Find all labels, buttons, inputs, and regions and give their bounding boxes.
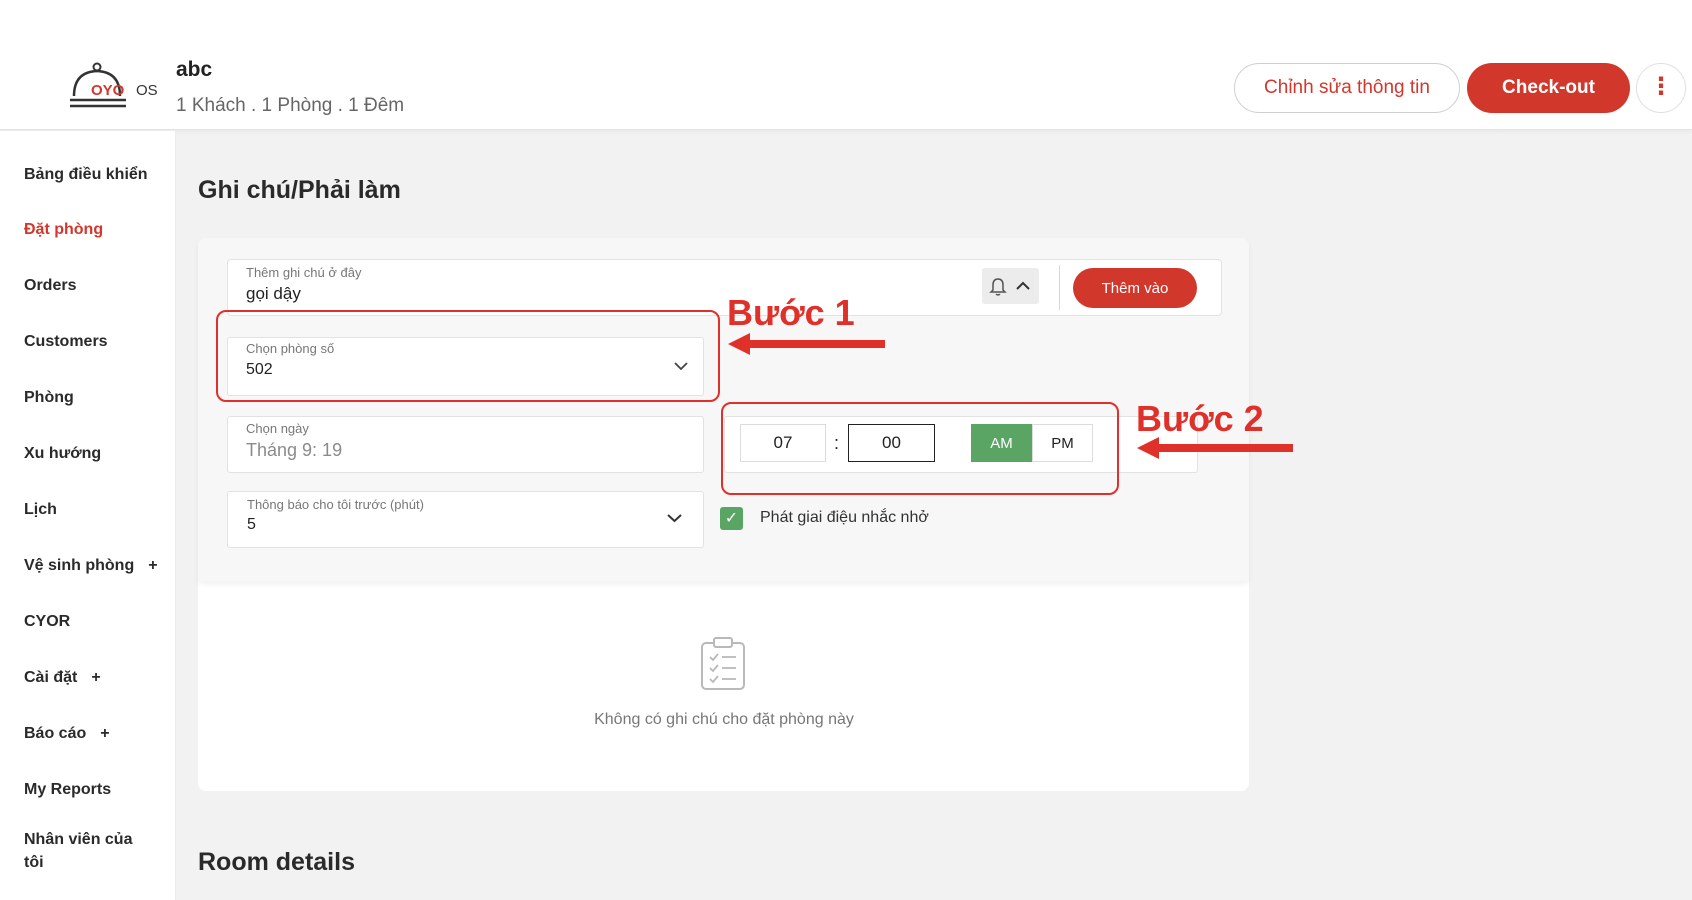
- sidebar: Bảng điều khiển Đặt phòng Orders Custome…: [0, 131, 176, 900]
- chevron-down-icon[interactable]: [666, 513, 683, 524]
- sidebar-item-trends[interactable]: Xu hướng: [24, 445, 101, 463]
- page-title: Ghi chú/Phải làm: [198, 176, 401, 204]
- more-vertical-icon[interactable]: ⋮: [1636, 63, 1686, 113]
- add-note-button[interactable]: Thêm vào: [1073, 268, 1197, 308]
- top-header: OYO OS abc 1 Khách . 1 Phòng . 1 Đêm Chỉ…: [0, 0, 1692, 130]
- divider: [1059, 265, 1060, 310]
- step1-highlight: [216, 310, 720, 402]
- expand-icon[interactable]: +: [148, 557, 157, 574]
- clipboard-icon: [701, 637, 745, 690]
- sidebar-item-bookings[interactable]: Đặt phòng: [24, 221, 103, 239]
- guest-name: abc: [176, 58, 213, 81]
- guest-meta: 1 Khách . 1 Phòng . 1 Đêm: [176, 95, 405, 116]
- sidebar-item-settings[interactable]: Cài đặt +: [24, 669, 101, 687]
- sidebar-item-dashboard[interactable]: Bảng điều khiển: [24, 166, 148, 184]
- chevron-up-icon: [1016, 281, 1030, 290]
- step2-highlight: [721, 402, 1119, 495]
- sidebar-item-customers[interactable]: Customers: [24, 333, 108, 351]
- arrow-left-icon: [728, 333, 885, 355]
- sidebar-item-housekeeping[interactable]: Vệ sinh phòng +: [24, 557, 158, 575]
- bell-icon: [989, 278, 1007, 296]
- reminder-toggle[interactable]: [982, 268, 1039, 304]
- notify-label: Thông báo cho tôi trước (phút): [247, 497, 424, 512]
- sidebar-item-my-reports[interactable]: My Reports: [24, 781, 111, 799]
- checkout-button[interactable]: Check-out: [1467, 63, 1630, 113]
- notify-value: 5: [247, 516, 256, 533]
- sidebar-item-my-staff[interactable]: Nhân viên của tôi: [24, 828, 154, 874]
- sidebar-item-reports[interactable]: Báo cáo +: [24, 725, 110, 743]
- step2-label: Bước 2: [1136, 398, 1264, 439]
- sidebar-item-calendar[interactable]: Lịch: [24, 501, 57, 519]
- note-label: Thêm ghi chú ở đây: [246, 265, 362, 280]
- step1-label: Bước 1: [727, 292, 855, 333]
- melody-label: Phát giai điệu nhắc nhở: [760, 509, 929, 526]
- sidebar-item-cyor[interactable]: CYOR: [24, 613, 70, 631]
- room-details-title: Room details: [198, 848, 355, 876]
- arrow-left-icon: [1137, 437, 1293, 459]
- logo-suffix: OS: [136, 82, 158, 99]
- date-label: Chọn ngày: [246, 421, 309, 436]
- expand-icon[interactable]: +: [100, 725, 109, 742]
- sidebar-item-rooms[interactable]: Phòng: [24, 389, 74, 407]
- melody-checkbox[interactable]: ✓: [720, 507, 743, 530]
- sidebar-item-orders[interactable]: Orders: [24, 277, 76, 295]
- date-value: Tháng 9: 19: [246, 440, 343, 460]
- logo-text: OYO: [91, 82, 125, 99]
- empty-state-text: Không có ghi chú cho đặt phòng này: [594, 711, 854, 728]
- expand-icon[interactable]: +: [91, 669, 100, 686]
- note-input[interactable]: gọi dậy: [246, 284, 301, 304]
- edit-info-button[interactable]: Chỉnh sửa thông tin: [1234, 63, 1460, 113]
